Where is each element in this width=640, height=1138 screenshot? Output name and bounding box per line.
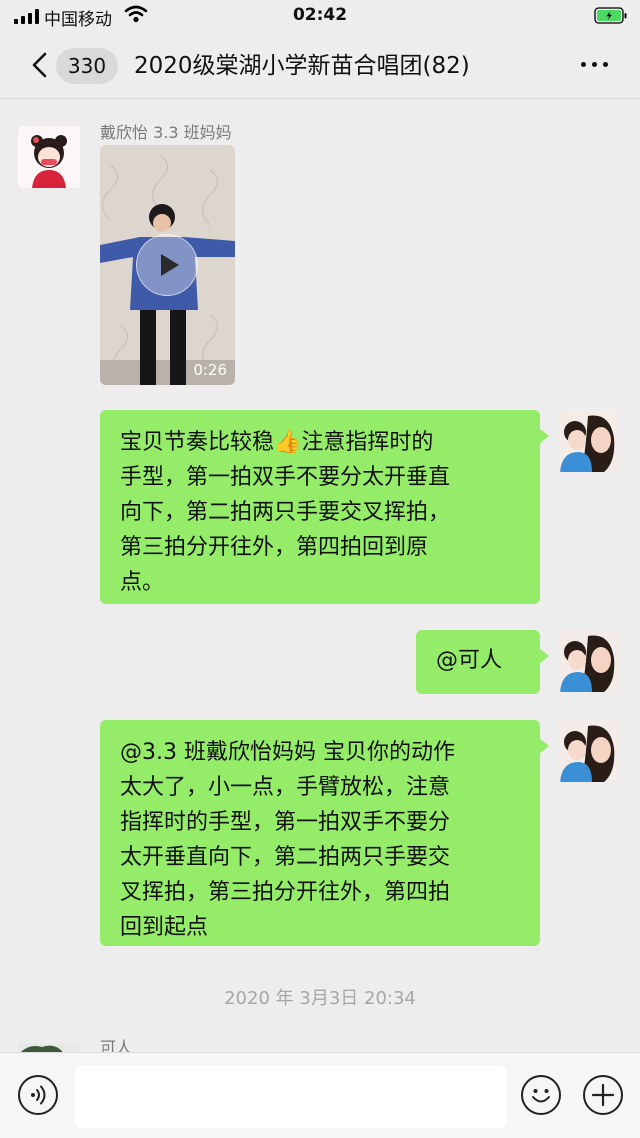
battery-icon <box>594 7 628 29</box>
unread-count-badge[interactable]: 330 <box>56 48 118 84</box>
back-button[interactable] <box>26 50 56 80</box>
message-line: 向下，第二拍两只手要交叉挥拍， <box>120 500 451 525</box>
status-bar: 中国移动 02:42 <box>0 0 640 34</box>
message-line: @3.3 班戴欣怡妈妈 宝贝你的动作 <box>120 740 455 765</box>
message-line: @可人 <box>436 648 503 673</box>
chat-title: 2020级棠湖小学新苗合唱团(82) <box>134 53 470 79</box>
message-line: 叉挥拍，第三拍分开往外，第四拍 <box>120 880 451 905</box>
message-line: 宝贝节奏比较稳👍注意指挥时的 <box>120 430 434 455</box>
message-line: 指挥时的手型，第一拍双手不要分 <box>120 810 451 835</box>
play-icon[interactable] <box>136 234 198 296</box>
video-message[interactable]: 0:26 <box>100 145 235 385</box>
plus-button[interactable] <box>583 1075 623 1115</box>
message-line: 点。 <box>120 570 165 595</box>
message-timestamp: 2020 年 3月3日 20:34 <box>224 988 416 1009</box>
voice-icon <box>31 1085 46 1105</box>
message-line: 回到起点 <box>120 915 209 940</box>
emoji-icon <box>532 1089 550 1103</box>
my-avatar[interactable] <box>558 410 620 472</box>
chat-screen: 中国移动 02:42 330 2020级棠湖小学新苗合唱团(82) 戴欣怡 3.… <box>0 0 640 1138</box>
back-icon <box>32 52 47 78</box>
more-icon[interactable] <box>581 62 608 67</box>
sender-name: 戴欣怡 3.3 班妈妈 <box>100 123 232 142</box>
message-bubble[interactable]: @可人 <box>416 630 549 694</box>
my-avatar[interactable] <box>558 720 620 782</box>
sender-avatar[interactable] <box>18 126 80 188</box>
nav-bar: 330 2020级棠湖小学新苗合唱团(82) <box>0 34 640 99</box>
message-line: 太开垂直向下，第二拍两只手要交 <box>120 845 451 870</box>
message-bubble[interactable]: 宝贝节奏比较稳👍注意指挥时的 手型，第一拍双手不要分太开垂直 向下，第二拍两只手… <box>100 410 549 604</box>
input-bar <box>0 1052 640 1138</box>
plus-icon <box>591 1083 615 1107</box>
status-time: 02:42 <box>292 5 348 25</box>
sender-avatar[interactable] <box>18 1040 80 1052</box>
video-duration: 0:26 <box>193 361 227 379</box>
my-avatar[interactable] <box>558 630 620 692</box>
message-input[interactable] <box>75 1066 507 1128</box>
message-line: 太大了，小一点，手臂放松，注意 <box>120 775 451 800</box>
message-bubble[interactable]: @3.3 班戴欣怡妈妈 宝贝你的动作 太大了，小一点，手臂放松，注意 指挥时的手… <box>100 720 549 946</box>
message-line: 手型，第一拍双手不要分太开垂直 <box>120 465 451 490</box>
emoji-button[interactable] <box>521 1075 561 1115</box>
voice-button[interactable] <box>18 1075 58 1115</box>
message-line: 第三拍分开往外，第四拍回到原 <box>120 535 429 560</box>
